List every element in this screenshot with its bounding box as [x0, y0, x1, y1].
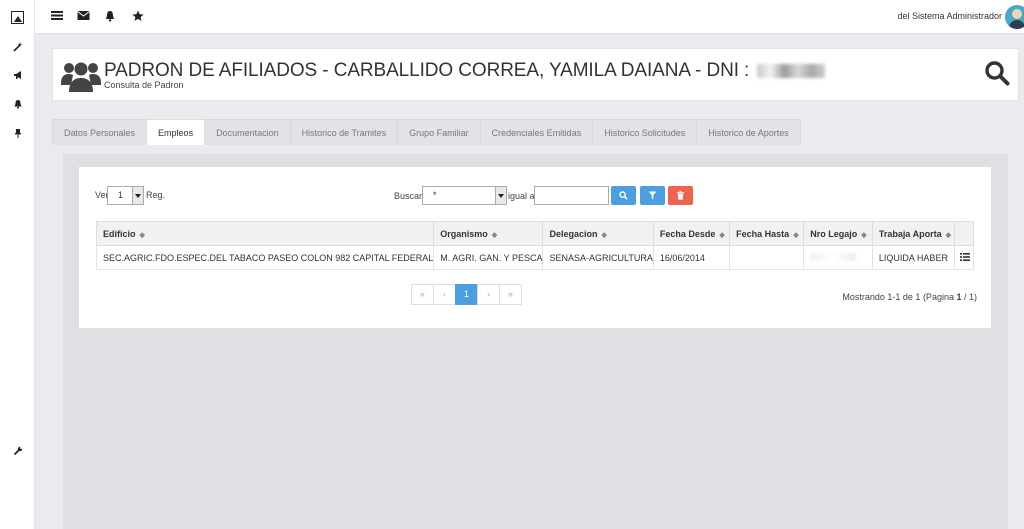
page-size-select[interactable]: 1 — [107, 186, 144, 205]
users-icon — [61, 62, 101, 92]
star-icon[interactable] — [131, 10, 145, 24]
column-header-actions — [953, 221, 975, 246]
tab-grupo-familiar[interactable]: Grupo Familiar — [397, 119, 481, 145]
search-button[interactable] — [611, 186, 636, 205]
search-value-input[interactable] — [534, 186, 609, 205]
page-header: PADRON DE AFILIADOS - CARBALLIDO CORREA,… — [52, 48, 1019, 101]
empleos-panel: Ver 1 Reg. Buscar * igual a Edificio ◆ O… — [79, 167, 991, 328]
cell-delegacion: SENASA-AGRICULTURA — [542, 245, 654, 270]
tab-historico-solicitudes[interactable]: Historico Solicitudes — [592, 119, 698, 145]
top-bar: del Sistema Administrador — [35, 0, 1024, 34]
table-header-row: Edificio ◆ Organismo ◆ Delegacion ◆ Fecha D… — [95, 221, 975, 246]
thumbtack-icon[interactable] — [0, 128, 35, 142]
search-field-value: * — [433, 190, 437, 200]
tab-content-area: Ver 1 Reg. Buscar * igual a Edificio ◆ O… — [63, 154, 1008, 529]
column-header-fecha-desde[interactable]: Fecha Desde ◆ — [652, 221, 731, 246]
page-title: PADRON DE AFILIADOS - CARBALLIDO CORREA,… — [104, 60, 826, 82]
cell-actions — [953, 245, 975, 270]
tab-historico-aportes[interactable]: Historico de Aportes — [696, 119, 801, 145]
sort-icon: ◆ — [719, 231, 725, 239]
search-icon[interactable] — [984, 60, 1010, 86]
pagination-status: Mostrando 1-1 de 1 (Pagina 1 / 1) — [842, 292, 977, 302]
table-row[interactable]: SEC.AGRIC.FDO.ESPEC.DEL TABACO PASEO COL… — [95, 245, 975, 270]
cell-organismo: M. AGRI. GAN. Y PESCA — [433, 245, 544, 270]
page-size-value: 1 — [118, 190, 124, 200]
list-icon[interactable] — [959, 252, 970, 261]
sort-icon: ◆ — [139, 231, 145, 239]
wrench-icon[interactable] — [0, 446, 35, 460]
empleos-table: Edificio ◆ Organismo ◆ Delegacion ◆ Fecha D… — [95, 221, 975, 270]
page-title-text: PADRON DE AFILIADOS - CARBALLIDO CORREA,… — [104, 60, 755, 81]
column-header-edificio[interactable]: Edificio ◆ — [95, 221, 435, 246]
sort-icon: ◆ — [945, 231, 951, 239]
buscar-label: Buscar — [394, 191, 423, 201]
user-avatar[interactable] — [1005, 5, 1024, 29]
sort-icon: ◆ — [601, 231, 607, 239]
tab-historico-tramites[interactable]: Historico de Tramites — [289, 119, 399, 145]
clear-filter-button[interactable] — [668, 186, 693, 205]
page-button-1[interactable]: 1 — [455, 284, 478, 305]
logo-icon[interactable] — [11, 11, 24, 24]
column-header-nro-legajo[interactable]: Nro Legajo ◆ — [803, 221, 873, 246]
page-subtitle: Consulta de Padron — [104, 80, 184, 90]
cell-trabaja-aporta: LIQUIDA HABER — [871, 245, 955, 270]
sort-icon: ◆ — [861, 231, 867, 239]
column-header-organismo[interactable]: Organismo ◆ — [433, 221, 544, 246]
trash-icon — [677, 191, 684, 200]
tab-datos-personales[interactable]: Datos Personales — [52, 119, 148, 145]
user-name[interactable]: del Sistema Administrador — [897, 11, 1002, 21]
pagination: « ‹ 1 › » — [411, 284, 522, 305]
notification-bell-icon[interactable] — [103, 10, 117, 24]
cell-nro-legajo — [803, 245, 873, 270]
next-page-button[interactable]: › — [477, 284, 500, 305]
envelope-icon[interactable] — [76, 10, 90, 24]
first-page-button[interactable]: « — [411, 284, 434, 305]
magic-wand-icon[interactable] — [0, 42, 35, 56]
bullhorn-icon[interactable] — [0, 70, 35, 84]
column-header-delegacion[interactable]: Delegacion ◆ — [542, 221, 654, 246]
tab-documentacion[interactable]: Documentacion — [204, 119, 291, 145]
tab-empleos[interactable]: Empleos — [146, 119, 206, 145]
sidebar — [0, 0, 35, 529]
chevron-down-icon[interactable] — [495, 187, 506, 204]
chevron-down-icon[interactable] — [132, 187, 143, 204]
cell-fecha-hasta — [729, 245, 805, 270]
bell-icon[interactable] — [0, 99, 35, 113]
menu-icon[interactable] — [50, 10, 64, 24]
igual-a-label: igual a — [508, 191, 535, 201]
column-header-fecha-hasta[interactable]: Fecha Hasta ◆ — [729, 221, 805, 246]
sort-icon: ◆ — [491, 231, 498, 239]
reg-label: Reg. — [146, 190, 166, 200]
dni-redacted — [757, 63, 826, 78]
legajo-redacted — [810, 252, 857, 261]
tab-credenciales-emitidas[interactable]: Credenciales Emitidas — [479, 119, 594, 145]
sort-icon: ◆ — [793, 231, 799, 239]
tab-bar: Datos Personales Empleos Documentacion H… — [52, 119, 801, 145]
cell-fecha-desde: 16/06/2014 — [652, 245, 731, 270]
cell-edificio: SEC.AGRIC.FDO.ESPEC.DEL TABACO PASEO COL… — [95, 245, 435, 270]
filter-icon — [648, 191, 657, 200]
filter-button[interactable] — [640, 186, 665, 205]
search-field-select[interactable]: * — [422, 186, 507, 205]
column-header-trabaja-aporta[interactable]: Trabaja Aporta ◆ — [871, 221, 955, 246]
search-icon — [619, 191, 628, 200]
prev-page-button[interactable]: ‹ — [433, 284, 456, 305]
last-page-button[interactable]: » — [499, 284, 522, 305]
